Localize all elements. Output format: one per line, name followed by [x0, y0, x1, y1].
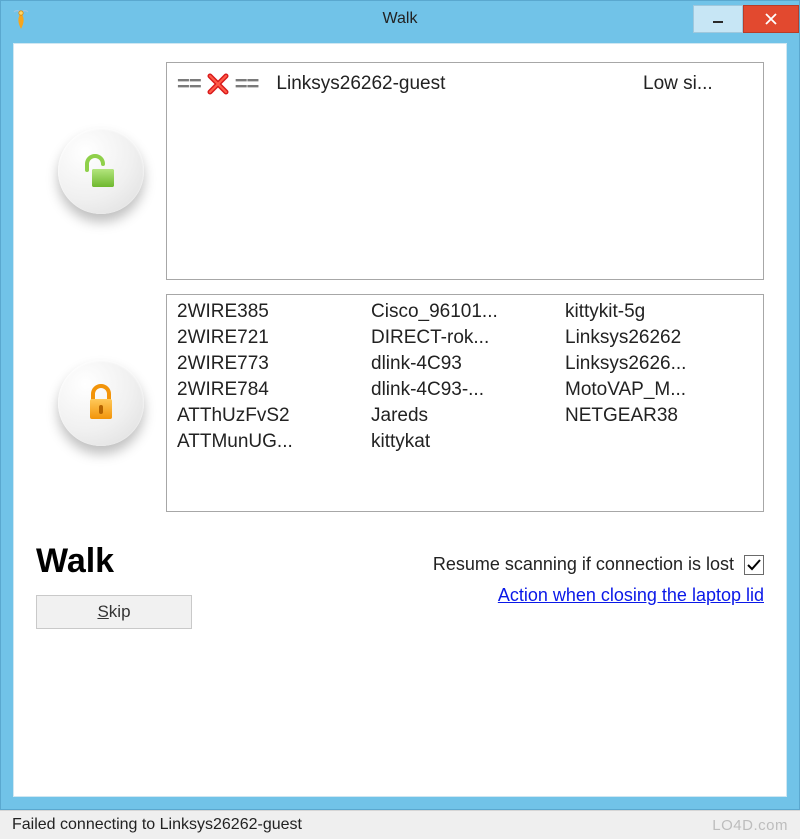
list-item[interactable]: dlink-4C93 [371, 353, 559, 375]
locked-networks-row: 2WIRE385 Cisco_96101... kittykit-5g 2WIR… [36, 294, 764, 512]
list-item[interactable]: Jareds [371, 405, 559, 427]
signal-bars-right-icon: == [235, 71, 259, 97]
app-icon [7, 5, 35, 33]
skip-button[interactable]: Skip [36, 595, 192, 629]
list-item[interactable]: kittykit-5g [565, 301, 753, 323]
window-buttons [693, 6, 799, 33]
list-item[interactable]: dlink-4C93-... [371, 379, 559, 401]
app-window: Walk [0, 0, 800, 810]
locked-networks-list[interactable]: 2WIRE385 Cisco_96101... kittykit-5g 2WIR… [166, 294, 764, 512]
lid-action-link[interactable]: Action when closing the laptop lid [433, 585, 764, 606]
close-button[interactable] [743, 5, 799, 33]
bottom-controls: Walk Skip Resume scanning if connection … [36, 542, 764, 629]
failed-x-icon [205, 71, 231, 97]
list-item[interactable]: Linksys26262 [565, 327, 753, 349]
open-network-item[interactable]: == == Linksys26262-guest Low si... [177, 69, 753, 99]
locked-icon [58, 360, 144, 446]
list-item[interactable]: MotoVAP_M... [565, 379, 753, 401]
window-title: Walk [1, 10, 799, 28]
unlocked-icon [58, 128, 144, 214]
list-item[interactable]: ATTMunUG... [177, 431, 365, 453]
list-item[interactable]: 2WIRE773 [177, 353, 365, 375]
list-item[interactable]: NETGEAR38 [565, 405, 753, 427]
list-item[interactable]: Cisco_96101... [371, 301, 559, 323]
status-text: Failed connecting to Linksys26262-guest [12, 816, 302, 834]
client-area: == == Linksys26262-guest Low si... [13, 43, 787, 797]
titlebar[interactable]: Walk [1, 1, 799, 37]
resume-scanning-label: Resume scanning if connection is lost [433, 554, 734, 575]
list-item[interactable]: 2WIRE721 [177, 327, 365, 349]
mode-title: Walk [36, 542, 276, 581]
list-item[interactable] [565, 431, 753, 453]
open-networks-list[interactable]: == == Linksys26262-guest Low si... [166, 62, 764, 280]
list-item[interactable]: DIRECT-rok... [371, 327, 559, 349]
minimize-button[interactable] [693, 5, 743, 33]
status-bar: Failed connecting to Linksys26262-guest … [0, 810, 800, 839]
list-item[interactable]: kittykat [371, 431, 559, 453]
resume-scanning-checkbox[interactable] [744, 555, 764, 575]
list-item[interactable]: ATThUzFvS2 [177, 405, 365, 427]
open-network-signal: Low si... [643, 73, 753, 95]
open-networks-row: == == Linksys26262-guest Low si... [36, 62, 764, 280]
watermark: LO4D.com [712, 817, 788, 834]
list-item[interactable]: Linksys2626... [565, 353, 753, 375]
list-item[interactable]: 2WIRE784 [177, 379, 365, 401]
list-item[interactable]: 2WIRE385 [177, 301, 365, 323]
signal-bars-left-icon: == [177, 71, 201, 97]
open-network-ssid: Linksys26262-guest [276, 73, 639, 95]
